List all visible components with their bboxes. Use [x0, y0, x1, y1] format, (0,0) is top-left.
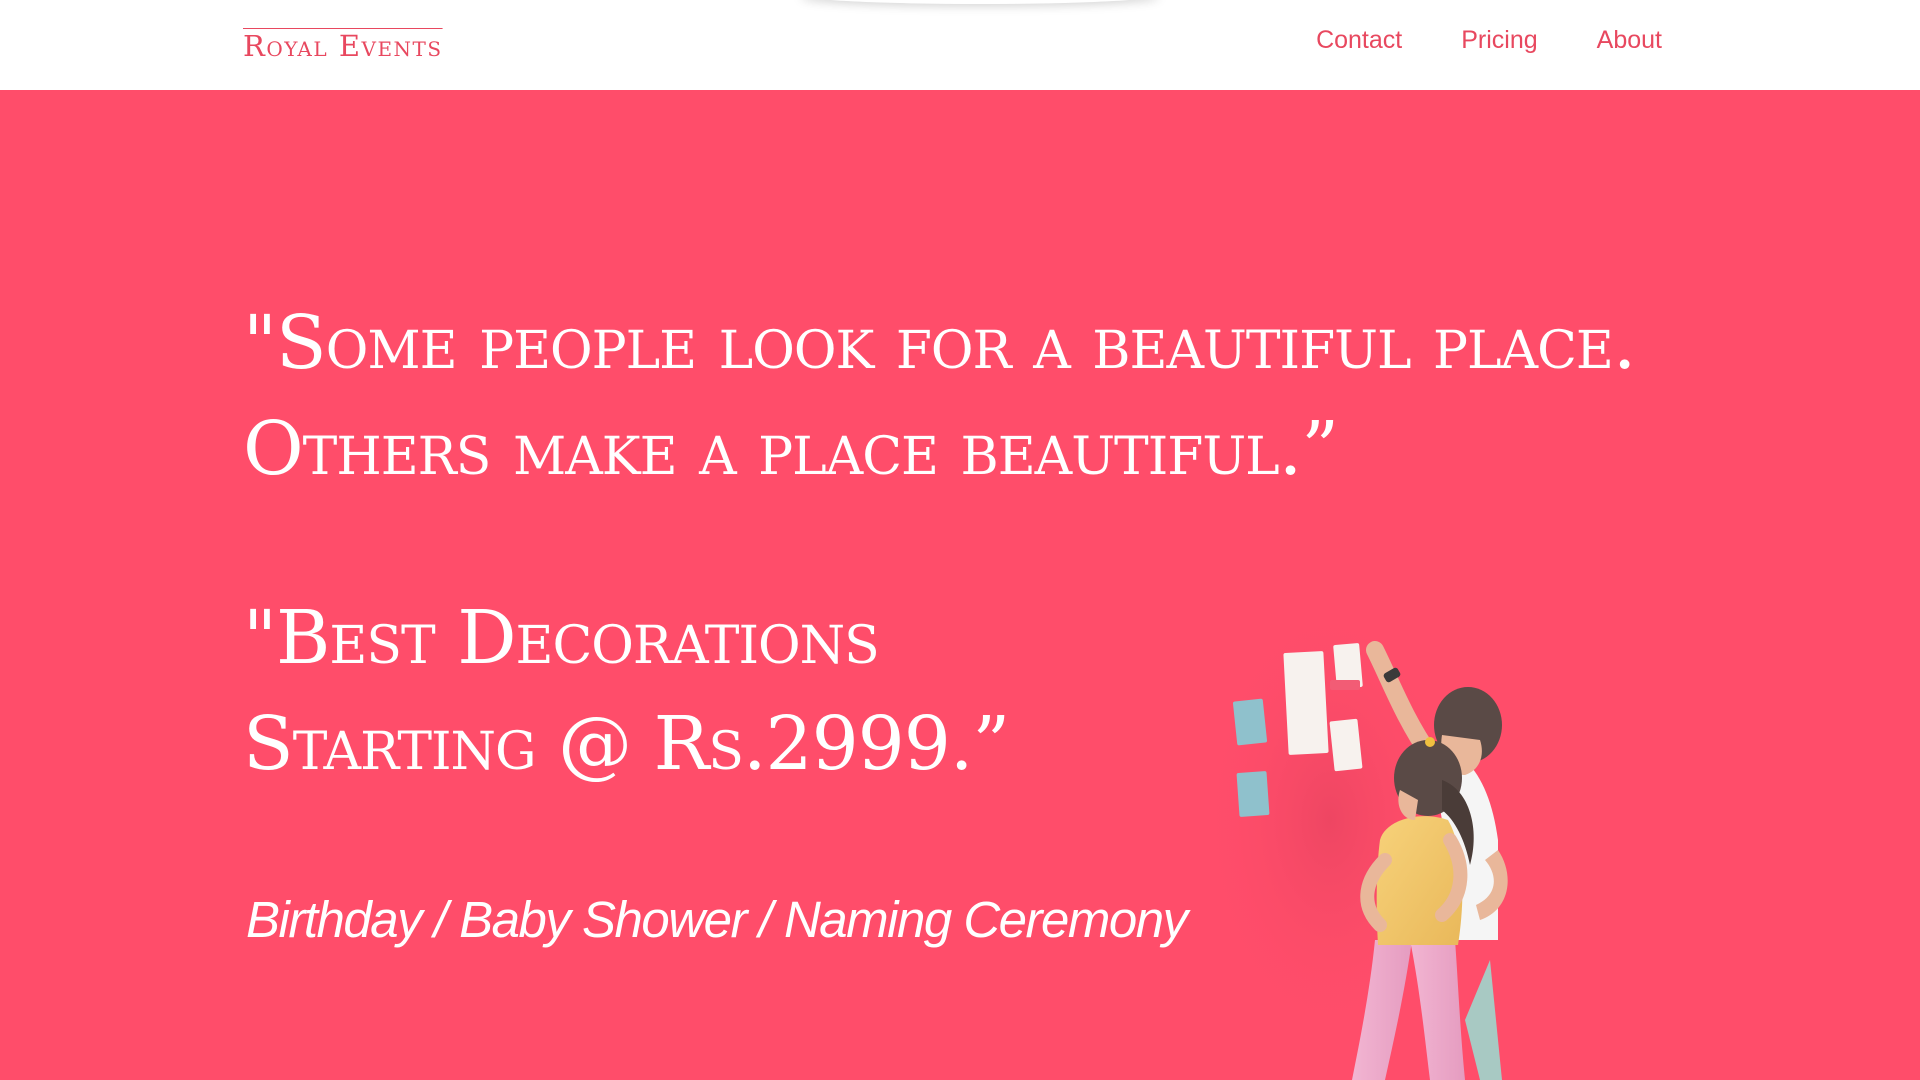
event-types-tagline: Birthday / Baby Shower / Naming Ceremony — [246, 891, 1188, 948]
nav-link-pricing[interactable]: Pricing — [1461, 26, 1537, 55]
main-nav: Contact Pricing About — [1316, 26, 1662, 55]
site-logo[interactable]: Royal Events — [243, 26, 443, 67]
pricing-quote: "Best Decorations Starting @ Rs.2999.” — [243, 595, 1010, 787]
top-tab-shadow — [800, 0, 1160, 4]
decorators-illustration — [1180, 520, 1640, 1080]
site-header: Royal Events Contact Pricing About — [0, 0, 1920, 90]
page: Royal Events Contact Pricing About "Some… — [0, 0, 1920, 1080]
hero-quote: "Some people look for a beautiful place.… — [243, 300, 1636, 492]
hero-section: "Some people look for a beautiful place.… — [0, 90, 1920, 1080]
nav-link-contact[interactable]: Contact — [1316, 26, 1402, 55]
nav-link-about[interactable]: About — [1597, 26, 1662, 55]
